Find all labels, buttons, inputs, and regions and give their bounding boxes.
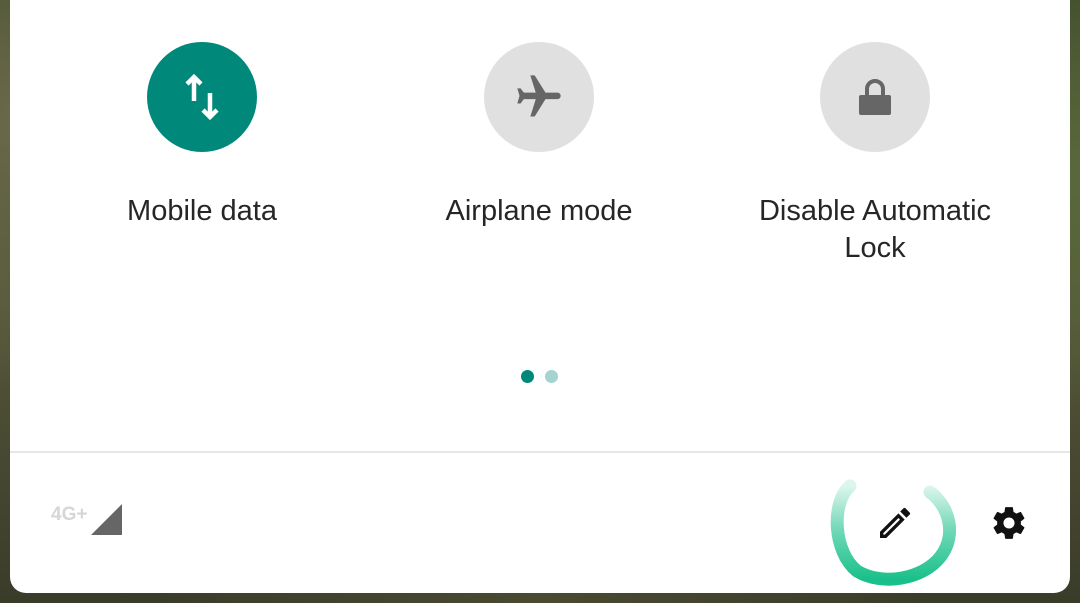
edit-button[interactable] — [823, 476, 957, 590]
tile-mobile-data-label: Mobile data — [127, 195, 277, 227]
tile-airplane-mode[interactable]: Airplane mode — [389, 42, 689, 230]
page-indicator — [521, 370, 558, 383]
lock-icon — [859, 79, 891, 115]
network-status: 4G+ — [51, 503, 123, 535]
gear-icon — [993, 507, 1025, 539]
tile-disable-auto-lock-button[interactable] — [820, 42, 930, 152]
signal-icon — [91, 504, 123, 535]
page-dot-active — [521, 370, 534, 383]
footer-divider — [10, 451, 1070, 453]
mobile-data-icon — [185, 73, 219, 121]
airplane-icon — [517, 75, 561, 117]
quick-settings-panel: Mobile data Airplane mode Disable Automa… — [10, 0, 1070, 593]
tile-airplane-mode-label: Airplane mode — [445, 195, 633, 227]
tile-disable-auto-lock-label: Disable Automatic Lock — [758, 195, 992, 264]
tile-airplane-mode-button[interactable] — [484, 42, 594, 152]
tile-mobile-data[interactable]: Mobile data — [52, 42, 352, 230]
tile-disable-auto-lock[interactable]: Disable Automatic Lock — [725, 42, 1025, 267]
pencil-icon — [880, 507, 911, 538]
settings-button[interactable] — [988, 502, 1030, 544]
network-type-label: 4G+ — [51, 504, 88, 525]
tile-mobile-data-button[interactable] — [147, 42, 257, 152]
page-dot-inactive — [545, 370, 558, 383]
